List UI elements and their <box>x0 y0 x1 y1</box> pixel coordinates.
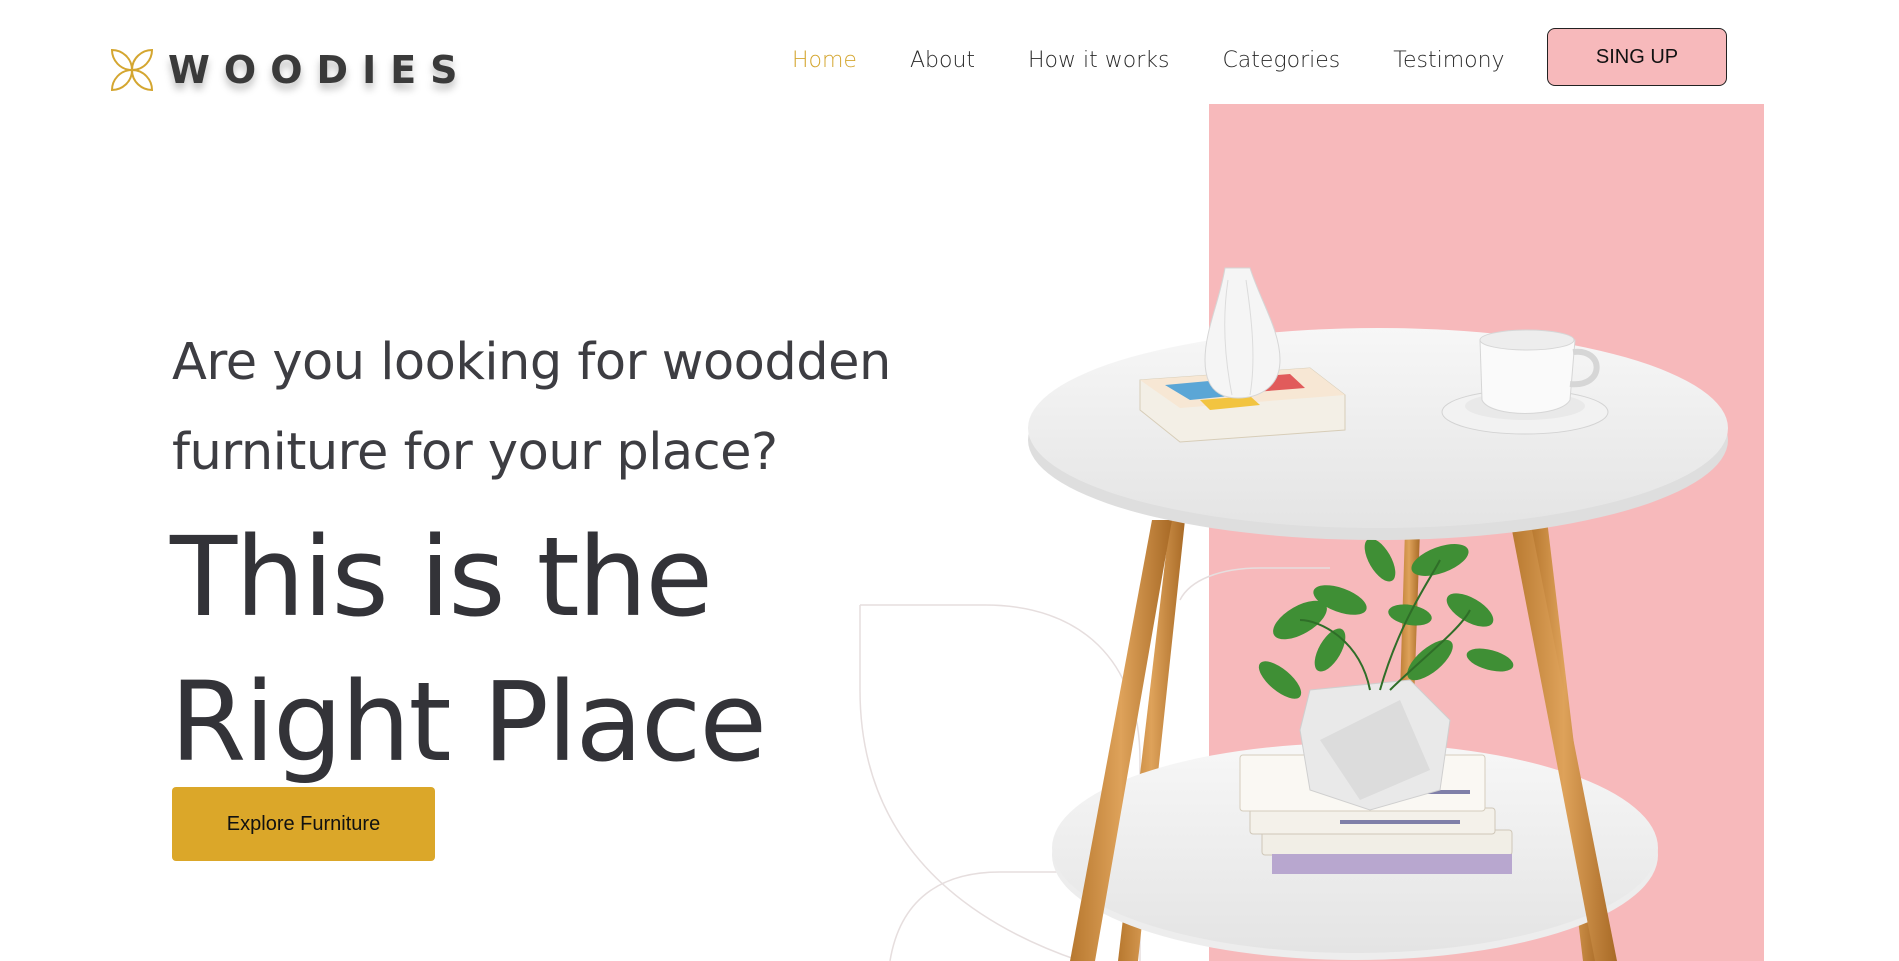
explore-furniture-button[interactable]: Explore Furniture <box>172 787 435 861</box>
hero-question: Are you looking for woodden furniture fo… <box>172 318 932 498</box>
hero-question-line-1: Are you looking for woodden <box>172 333 891 392</box>
hero-question-line-2: furniture for your place? <box>172 423 778 482</box>
hero-headline: This is the Right Place <box>170 505 930 795</box>
hero-headline-line-2: Right Place <box>170 658 767 786</box>
hero-headline-line-1: This is the <box>170 513 713 641</box>
